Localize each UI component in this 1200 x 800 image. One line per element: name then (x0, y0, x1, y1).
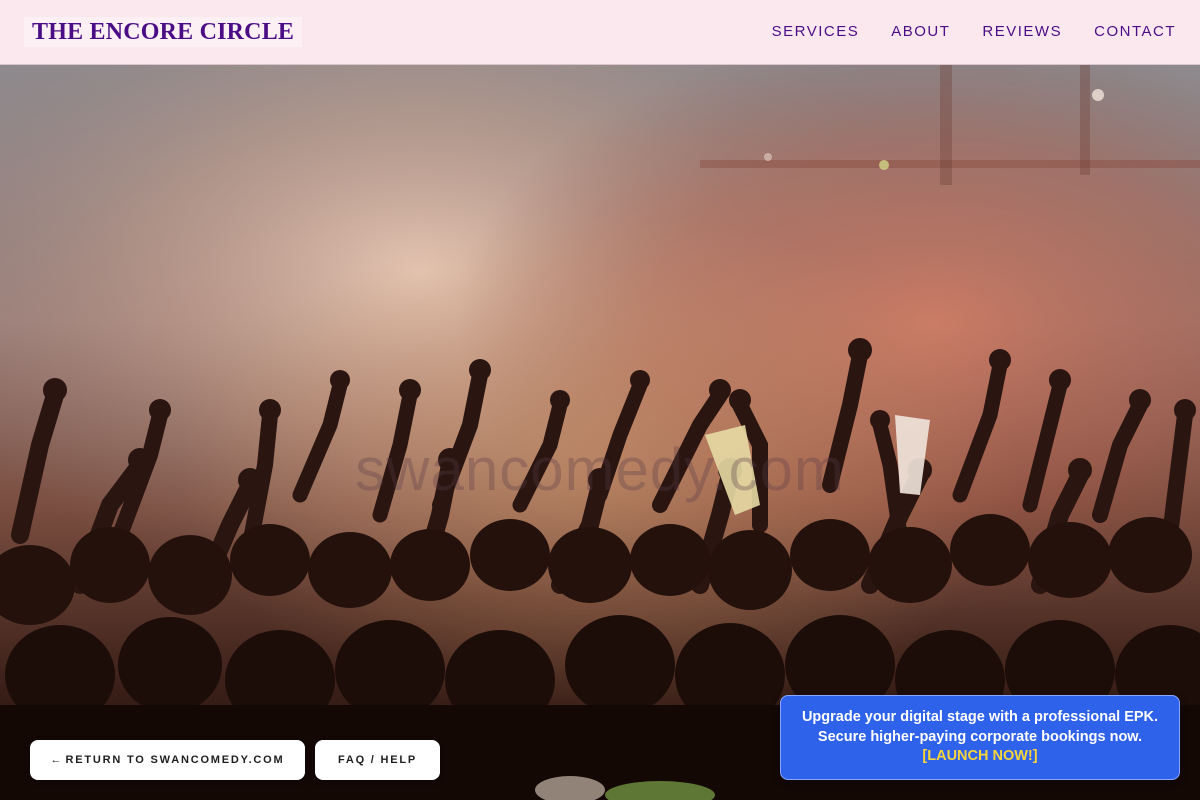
faq-help-button[interactable]: FAQ / HELP (315, 740, 440, 780)
promo-line-1: Upgrade your digital stage with a profes… (801, 709, 1159, 725)
nav-link-reviews[interactable]: REVIEWS (982, 21, 1062, 43)
nav-link-services[interactable]: SERVICES (772, 21, 860, 43)
nav-link-contact[interactable]: CONTACT (1094, 21, 1176, 43)
watermark-text: swancomedy.com (355, 436, 845, 503)
return-to-site-button[interactable]: ← RETURN TO SWANCOMEDY.COM (30, 740, 305, 780)
concert-crowd-image (0, 65, 1200, 800)
hero-section: swancomedy.com (0, 65, 1200, 800)
arrow-left-icon: ← (50, 754, 62, 766)
epk-promo-banner: Upgrade your digital stage with a profes… (780, 695, 1180, 780)
launch-now-link[interactable]: [LAUNCH NOW!] (781, 747, 1179, 767)
main-nav: SERVICES ABOUT REVIEWS CONTACT (772, 21, 1176, 43)
promo-line-2: Secure higher-paying corporate bookings … (817, 728, 1143, 745)
faq-button-label: FAQ / HELP (337, 754, 418, 766)
nav-link-about[interactable]: ABOUT (891, 21, 950, 43)
return-button-label: RETURN TO SWANCOMEDY.COM (65, 754, 285, 766)
site-header: THE ENCORE CIRCLE SERVICES ABOUT REVIEWS… (0, 0, 1200, 65)
brand-logo[interactable]: THE ENCORE CIRCLE (24, 17, 303, 47)
